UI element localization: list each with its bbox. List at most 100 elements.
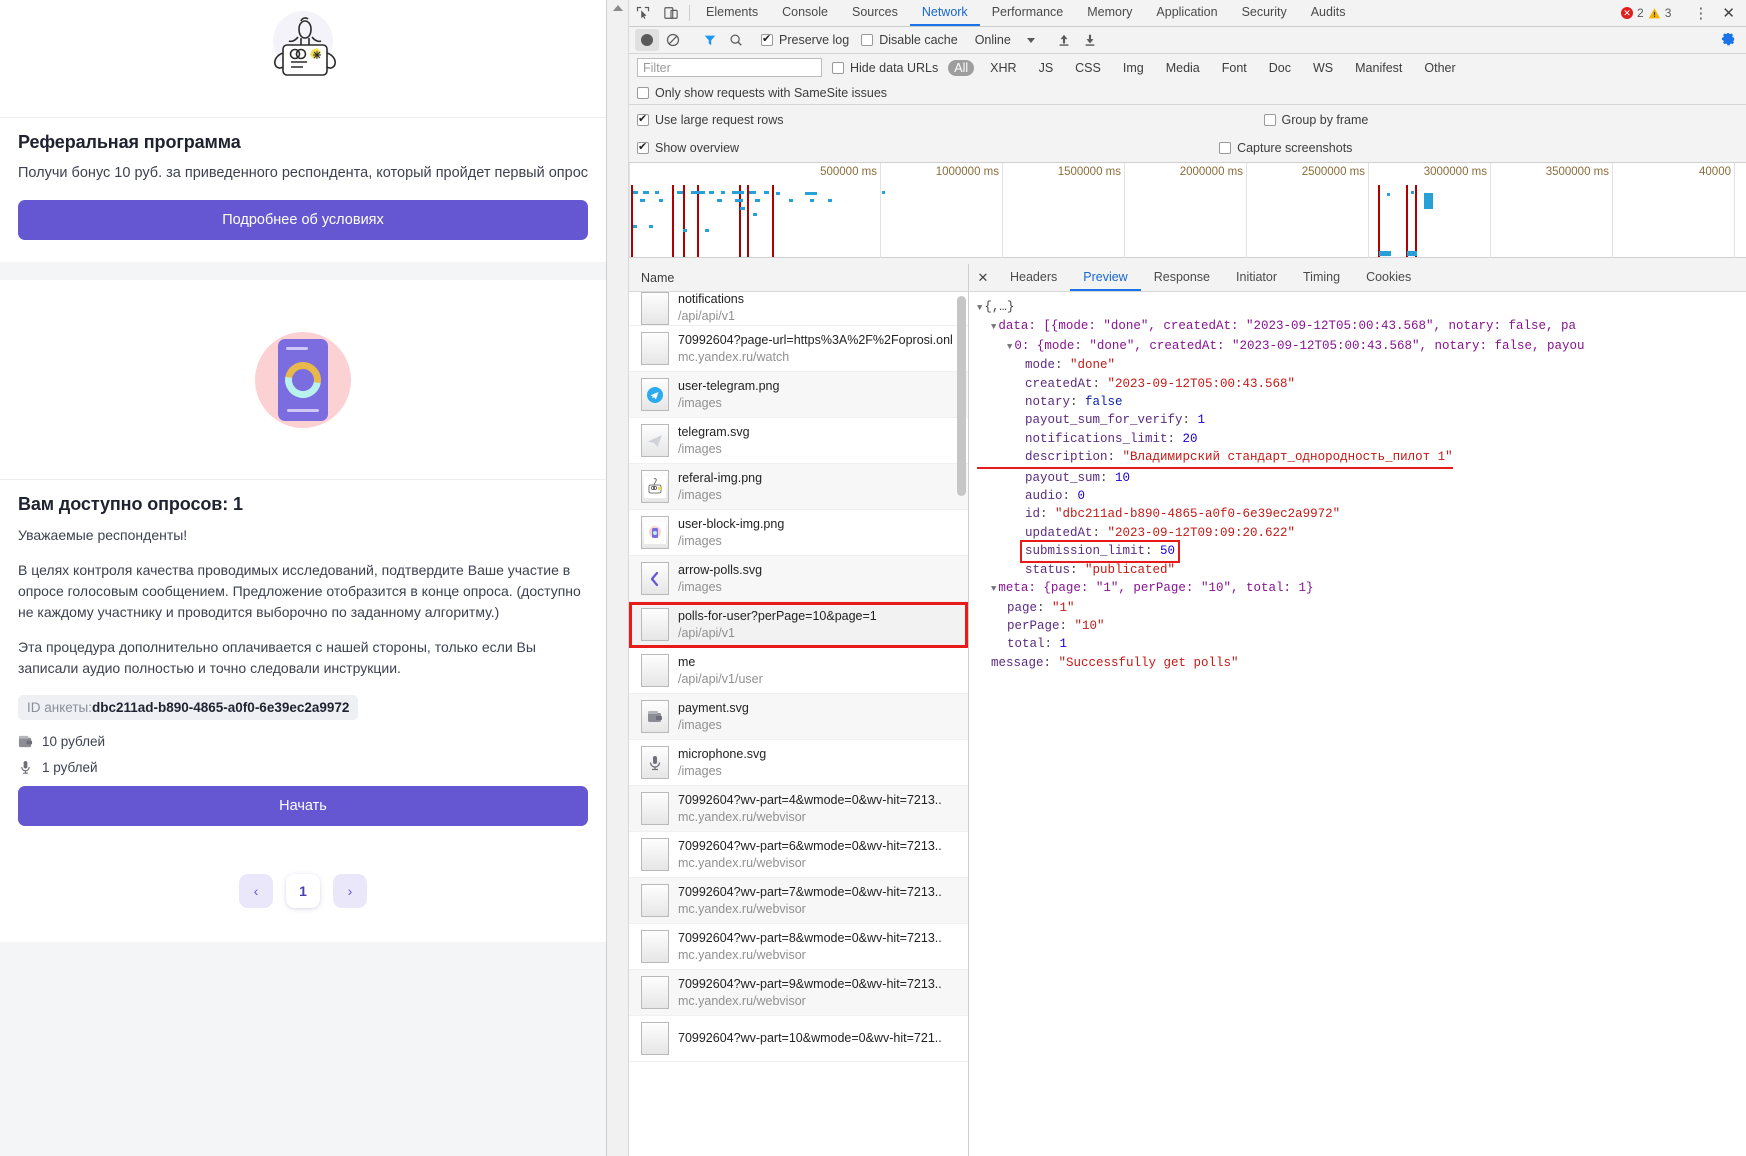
json-root-node[interactable]: ▼ {,…} [977, 298, 1746, 317]
request-row-webvisor-6[interactable]: 70992604?wv-part=6&wmode=0&wv-hit=7213..… [629, 832, 968, 878]
filter-toggle-button[interactable] [698, 29, 722, 51]
tab-sources[interactable]: Sources [840, 0, 910, 26]
tab-elements[interactable]: Elements [694, 0, 770, 26]
json-field-id[interactable]: id: "dbc211ad-b890-4865-a0f0-6e39ec2a997… [977, 505, 1746, 523]
filter-type-media[interactable]: Media [1160, 60, 1206, 76]
pagination-prev-button[interactable]: ‹ [239, 874, 273, 909]
json-field-updatedat[interactable]: updatedAt: "2023-09-12T09:09:20.622" [977, 524, 1746, 542]
tab-network[interactable]: Network [909, 0, 980, 26]
tab-application[interactable]: Application [1144, 0, 1229, 26]
clear-button[interactable] [661, 29, 685, 51]
request-row-webvisor-4[interactable]: 70992604?wv-part=4&wmode=0&wv-hit=7213..… [629, 786, 968, 832]
tab-performance[interactable]: Performance [980, 0, 1076, 26]
request-row-webvisor-9[interactable]: 70992604?wv-part=9&wmode=0&wv-hit=7213..… [629, 970, 968, 1016]
capture-screenshots-checkbox[interactable]: Capture screenshots [1219, 141, 1352, 155]
export-har-button[interactable] [1078, 29, 1102, 51]
request-row-me[interactable]: me /api/api/v1/user [629, 648, 968, 694]
more-options-icon[interactable]: ⋮ [1688, 6, 1713, 21]
request-row-telegram-svg[interactable]: telegram.svg /images [629, 418, 968, 464]
tab-audits[interactable]: Audits [1299, 0, 1358, 26]
filter-type-css[interactable]: CSS [1069, 60, 1107, 76]
request-row-arrow-polls-svg[interactable]: arrow-polls.svg /images [629, 556, 968, 602]
network-settings-button[interactable] [1716, 29, 1740, 51]
error-count-badge[interactable]: ✕ 2 [1621, 6, 1644, 20]
close-detail-icon[interactable]: ✕ [969, 264, 997, 291]
hide-data-urls-checkbox[interactable]: Hide data URLs [832, 61, 938, 75]
scroll-up-icon[interactable] [613, 5, 623, 11]
tab-console[interactable]: Console [770, 0, 840, 26]
json-field-notifications-limit[interactable]: notifications_limit: 20 [977, 430, 1746, 448]
close-devtools-icon[interactable]: ✕ [1717, 6, 1740, 21]
json-field-message[interactable]: message: "Successfully get polls" [977, 654, 1746, 672]
show-overview-checkbox[interactable]: Show overview [637, 140, 739, 155]
tab-memory[interactable]: Memory [1075, 0, 1144, 26]
pagination-page-1[interactable]: 1 [286, 874, 320, 909]
toggle-device-toolbar-icon[interactable] [657, 0, 685, 26]
request-row-webvisor-8[interactable]: 70992604?wv-part=8&wmode=0&wv-hit=7213..… [629, 924, 968, 970]
request-row-payment-svg[interactable]: payment.svg /images [629, 694, 968, 740]
json-field-payout-sum-for-verify[interactable]: payout_sum_for_verify: 1 [977, 411, 1746, 429]
json-meta-node[interactable]: ▼ meta: {page: "1", perPage: "10", total:… [977, 579, 1746, 598]
samesite-checkbox[interactable]: Only show requests with SameSite issues [637, 86, 887, 100]
warning-count-badge[interactable]: 3 [1648, 6, 1671, 20]
request-row-referal-img-png[interactable]: referal-img.png /images [629, 464, 968, 510]
search-button[interactable] [724, 29, 748, 51]
detail-tab-response[interactable]: Response [1141, 264, 1223, 291]
filter-type-xhr[interactable]: XHR [984, 60, 1022, 76]
collapse-triangle-icon[interactable]: ▼ [1007, 342, 1012, 352]
json-data-node[interactable]: ▼ data: [{mode: "done", createdAt: "2023-… [977, 317, 1746, 336]
json-item0-node[interactable]: ▼ 0: {mode: "done", createdAt: "2023-09-1… [977, 337, 1746, 356]
collapse-triangle-icon[interactable]: ▼ [991, 322, 996, 332]
disable-cache-checkbox[interactable]: Disable cache [861, 33, 958, 47]
json-field-notary[interactable]: notary: false [977, 393, 1746, 411]
collapse-triangle-icon[interactable]: ▼ [991, 584, 996, 594]
throttling-select[interactable]: Online [971, 33, 1039, 47]
detail-tab-initiator[interactable]: Initiator [1223, 264, 1290, 291]
request-list[interactable]: notifications /api/api/v1 70992604?page-… [629, 292, 968, 1156]
network-overview[interactable]: 500000 ms 1000000 ms 1500000 ms 2000000 … [629, 163, 1746, 258]
request-row-yandex-watch[interactable]: 70992604?page-url=https%3A%2F%2Foprosi.o… [629, 326, 968, 372]
referral-terms-button[interactable]: Подробнее об условиях [18, 200, 588, 241]
collapse-triangle-icon[interactable]: ▼ [977, 303, 982, 313]
request-list-scrollbar[interactable] [957, 296, 966, 496]
detail-tab-cookies[interactable]: Cookies [1353, 264, 1424, 291]
json-meta-perpage[interactable]: perPage: "10" [977, 617, 1746, 635]
detail-tab-preview[interactable]: Preview [1070, 264, 1141, 291]
json-preview-tree[interactable]: ▼ {,…} ▼ data: [{mode: "done", createdAt: … [969, 292, 1746, 1156]
request-row-polls-for-user[interactable]: polls-for-user?perPage=10&page=1 /api/ap… [629, 602, 968, 648]
import-har-button[interactable] [1052, 29, 1076, 51]
json-field-payout-sum[interactable]: payout_sum: 10 [977, 469, 1746, 487]
tab-security[interactable]: Security [1230, 0, 1299, 26]
pagination-next-button[interactable]: › [333, 874, 367, 909]
record-button[interactable] [635, 29, 659, 51]
start-survey-button[interactable]: Начать [18, 786, 588, 827]
large-rows-checkbox[interactable]: Use large request rows [637, 112, 784, 127]
request-row-webvisor-10[interactable]: 70992604?wv-part=10&wmode=0&wv-hit=721.. [629, 1016, 968, 1062]
filter-input[interactable] [637, 58, 822, 77]
detail-tab-headers[interactable]: Headers [997, 264, 1070, 291]
json-meta-page[interactable]: page: "1" [977, 599, 1746, 617]
filter-type-other[interactable]: Other [1418, 60, 1461, 76]
preserve-log-checkbox[interactable]: Preserve log [761, 32, 849, 47]
filter-type-all[interactable]: All [948, 59, 975, 76]
request-row-microphone-svg[interactable]: microphone.svg /images [629, 740, 968, 786]
request-row-user-telegram-png[interactable]: user-telegram.png /images [629, 372, 968, 418]
json-field-audio[interactable]: audio: 0 [977, 487, 1746, 505]
json-field-mode[interactable]: mode: "done" [977, 356, 1746, 374]
request-row-notifications[interactable]: notifications /api/api/v1 [629, 292, 968, 326]
json-meta-total[interactable]: total: 1 [977, 635, 1746, 653]
request-row-user-block-img-png[interactable]: user-block-img.png /images [629, 510, 968, 556]
json-field-status[interactable]: status: "publicated" [977, 561, 1746, 579]
request-row-webvisor-7[interactable]: 70992604?wv-part=7&wmode=0&wv-hit=7213..… [629, 878, 968, 924]
inspect-element-icon[interactable] [629, 0, 657, 26]
filter-type-doc[interactable]: Doc [1263, 60, 1297, 76]
filter-type-font[interactable]: Font [1216, 60, 1253, 76]
filter-type-js[interactable]: JS [1033, 60, 1060, 76]
json-field-submission-limit-row[interactable]: submission_limit: 50 [977, 540, 1746, 563]
json-field-createdat[interactable]: createdAt: "2023-09-12T05:00:43.568" [977, 375, 1746, 393]
filter-type-ws[interactable]: WS [1307, 60, 1339, 76]
detail-tab-timing[interactable]: Timing [1290, 264, 1353, 291]
filter-type-manifest[interactable]: Manifest [1349, 60, 1408, 76]
json-field-description[interactable]: description: "Владимирский стандарт_одно… [977, 448, 1453, 469]
filter-type-img[interactable]: Img [1117, 60, 1150, 76]
